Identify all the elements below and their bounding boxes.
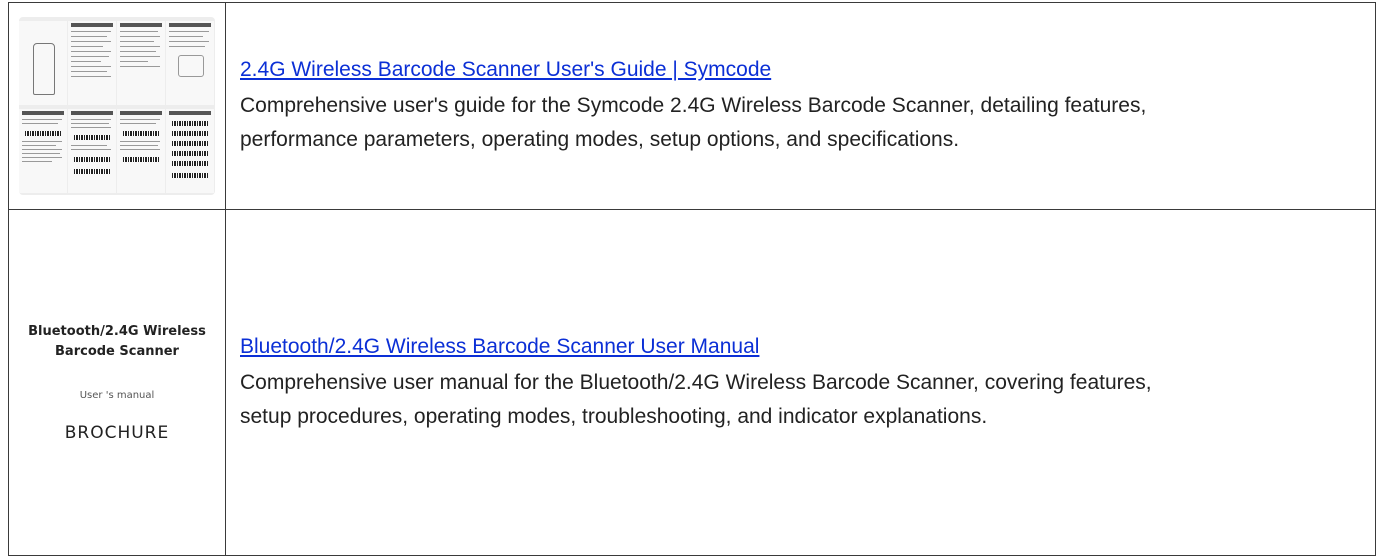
result-title-link[interactable]: Bluetooth/2.4G Wireless Barcode Scanner … [240,332,759,362]
leaflet-panel [166,109,214,193]
leaflet-panel [68,109,116,193]
brochure-brand: BROCHURE [64,423,170,443]
description-line: performance parameters, operating modes,… [240,128,960,151]
description-line: Comprehensive user manual for the Blueto… [240,370,1152,394]
brochure-title-line: Bluetooth/2.4G Wireless [28,324,206,339]
brochure-thumbnail[interactable]: Bluetooth/2.4G Wireless Barcode Scanner … [9,322,225,443]
result-info-cell: 2.4G Wireless Barcode Scanner User's Gui… [225,2,1376,210]
leaflet-panel [117,21,165,105]
leaflet-panel [68,21,116,105]
leaflet-panel [166,21,214,105]
thumbnail-cell [8,2,226,210]
result-row: 2.4G Wireless Barcode Scanner User's Gui… [8,2,1376,210]
result-info-cell: Bluetooth/2.4G Wireless Barcode Scanner … [225,209,1376,556]
scanner-image [33,43,55,95]
manual-thumbnail[interactable] [19,17,215,195]
results-table: 2.4G Wireless Barcode Scanner User's Gui… [8,2,1376,556]
brochure-subtitle: User 's manual [79,390,155,401]
brochure-title: Bluetooth/2.4G Wireless Barcode Scanner [9,322,225,362]
result-row: Bluetooth/2.4G Wireless Barcode Scanner … [8,209,1376,556]
leaflet-panel [19,21,67,105]
leaflet-panel [19,109,67,193]
brochure-title-line: Barcode Scanner [55,344,179,359]
result-description: Comprehensive user manual for the Blueto… [240,366,1375,434]
description-line: setup procedures, operating modes, troub… [240,404,988,428]
result-title-link[interactable]: 2.4G Wireless Barcode Scanner User's Gui… [240,55,771,85]
thumbnail-cell: Bluetooth/2.4G Wireless Barcode Scanner … [8,209,226,556]
description-line: Comprehensive user's guide for the Symco… [240,94,1147,117]
leaflet-panel [117,109,165,193]
result-description: Comprehensive user's guide for the Symco… [240,89,1375,157]
